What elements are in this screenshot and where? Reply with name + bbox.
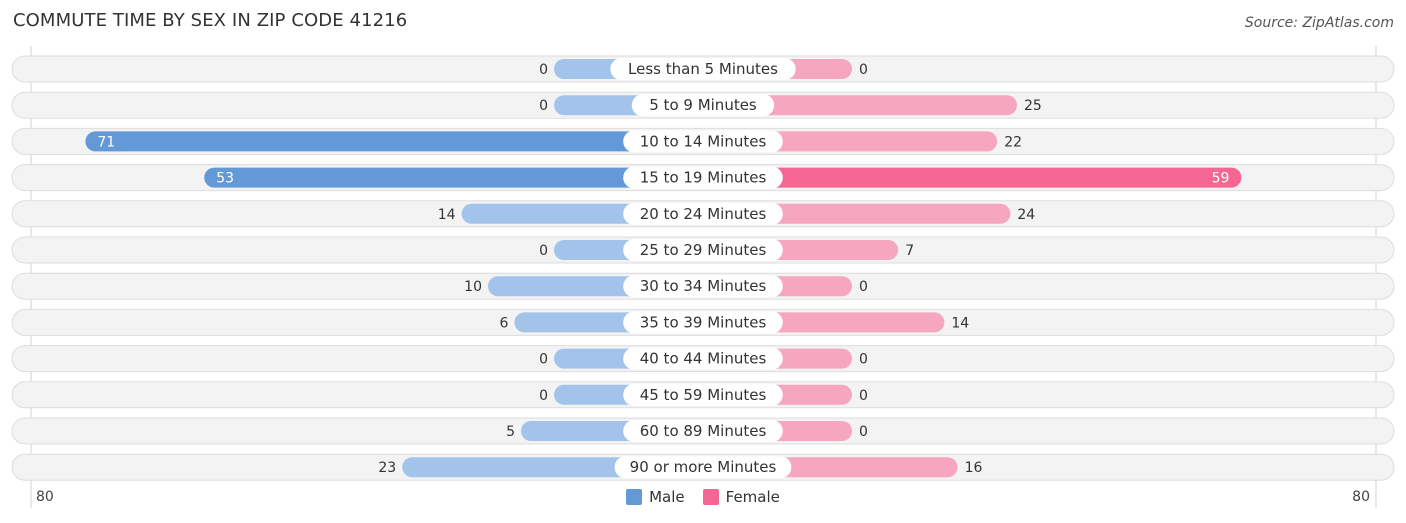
category-label: 25 to 29 Minutes: [640, 241, 767, 259]
value-label-female: 0: [859, 352, 868, 368]
chart-canvas: 0 0Less than 5 Minutes0 255 to 9 Minutes71…: [11, 46, 1395, 508]
legend-label-female: Female: [725, 488, 780, 506]
value-label-female: 14: [951, 315, 969, 331]
category-label: 5 to 9 Minutes: [649, 96, 757, 114]
value-label-male: 53: [216, 171, 234, 187]
category-label: 40 to 44 Minutes: [640, 350, 767, 368]
legend: Male Female: [0, 488, 1406, 506]
value-label-male: 6: [499, 315, 508, 331]
value-label-male: 0: [539, 243, 548, 259]
value-label-female: 16: [965, 460, 983, 476]
value-label-male: 14: [438, 207, 456, 223]
value-label-female: 0: [859, 279, 868, 295]
category-label: 15 to 19 Minutes: [640, 169, 767, 187]
legend-label-male: Male: [649, 488, 685, 506]
value-label-male: 23: [378, 460, 396, 476]
category-label: 10 to 14 Minutes: [640, 132, 767, 150]
value-label-female: 7: [905, 243, 914, 259]
legend-swatch-male: [626, 489, 643, 505]
value-label-female: 0: [859, 424, 868, 440]
value-label-female: 0: [859, 62, 868, 78]
value-label-female: 0: [859, 388, 868, 404]
category-label: 60 to 89 Minutes: [640, 422, 767, 440]
value-label-male: 0: [539, 352, 548, 368]
value-label-female: 25: [1024, 98, 1042, 114]
value-label-male: 0: [539, 388, 548, 404]
category-label: 90 or more Minutes: [630, 458, 777, 476]
legend-item-male: Male: [626, 488, 685, 506]
value-label-male: 0: [539, 62, 548, 78]
value-label-female: 24: [1017, 207, 1035, 223]
value-label-male: 5: [506, 424, 515, 440]
value-label-male: 71: [97, 134, 115, 150]
value-label-female: 59: [1212, 171, 1230, 187]
legend-swatch-female: [702, 489, 719, 505]
value-label-male: 0: [539, 98, 548, 114]
value-label-male: 10: [464, 279, 482, 295]
category-label: 45 to 59 Minutes: [640, 386, 767, 404]
category-label: 30 to 34 Minutes: [640, 277, 767, 295]
bar-female: [703, 167, 1242, 188]
value-label-female: 22: [1004, 134, 1022, 150]
category-label: 35 to 39 Minutes: [640, 313, 767, 331]
category-label: Less than 5 Minutes: [628, 60, 778, 78]
bar-male: [85, 131, 703, 152]
legend-item-female: Female: [702, 488, 780, 506]
category-label: 20 to 24 Minutes: [640, 205, 767, 223]
